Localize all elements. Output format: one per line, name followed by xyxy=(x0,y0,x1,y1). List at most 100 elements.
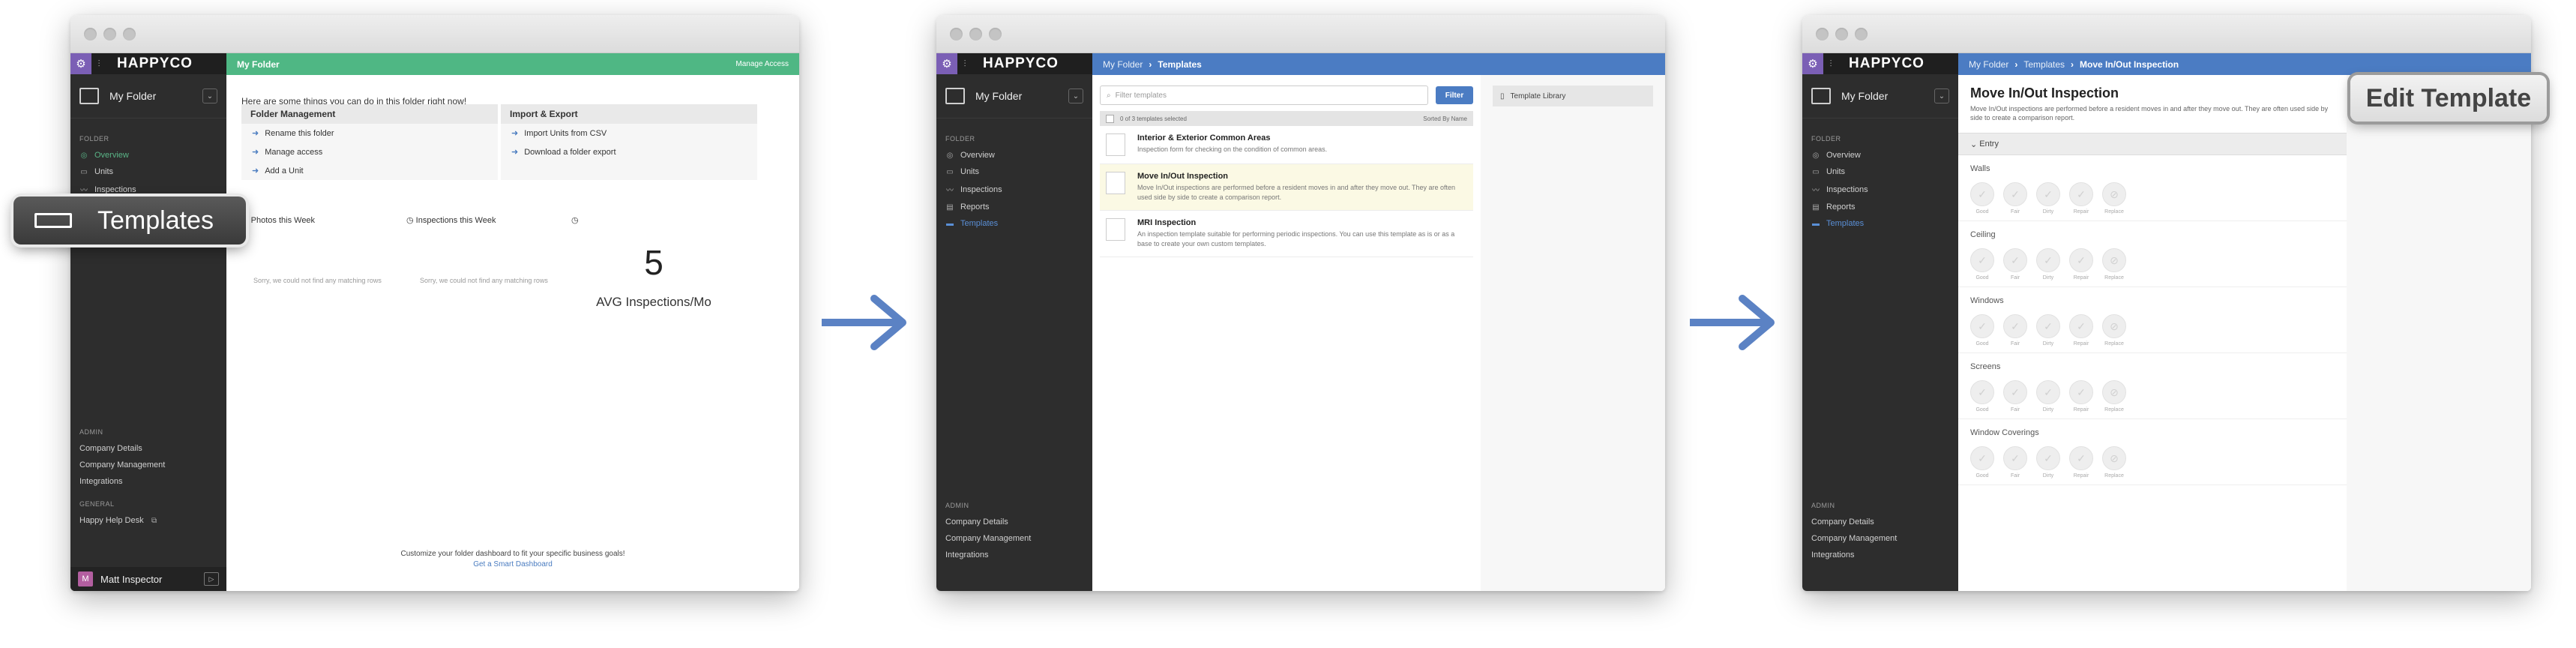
rating-option[interactable]: ⊘ Replace xyxy=(2102,182,2126,214)
smart-dashboard-link[interactable]: Get a Smart Dashboard xyxy=(226,560,799,568)
pin-icon[interactable]: ⫶ xyxy=(957,58,972,70)
window-close-dot[interactable] xyxy=(950,28,963,40)
app-logo-icon[interactable]: ⚙ xyxy=(1802,53,1823,74)
rating-option[interactable]: ✓ Repair xyxy=(2069,314,2093,346)
rating-option[interactable]: ✓ Dirty xyxy=(2036,182,2060,214)
sidebar-item-integrations[interactable]: Integrations xyxy=(70,473,226,490)
sidebar-item-integrations[interactable]: Integrations xyxy=(936,547,1092,563)
sidebar-item-company-details[interactable]: Company Details xyxy=(70,440,226,457)
entry-area-toggle[interactable]: ⌄ Entry xyxy=(1958,133,2347,155)
rating-option[interactable]: ✓ Fair xyxy=(2003,314,2027,346)
folder-switcher[interactable]: My Folder ⌄ xyxy=(70,74,226,118)
sidebar-item-units[interactable]: ▭ Units xyxy=(1802,164,1958,180)
sidebar-item-reports[interactable]: ▤ Reports xyxy=(936,199,1092,215)
folder-name: My Folder xyxy=(975,90,1023,102)
rating-option[interactable]: ✓ Dirty xyxy=(2036,446,2060,478)
window-maximize-dot[interactable] xyxy=(1855,28,1868,40)
rating-option[interactable]: ✓ Dirty xyxy=(2036,248,2060,280)
sidebar-item-company-management[interactable]: Company Management xyxy=(70,457,226,473)
logout-icon[interactable]: ▷ xyxy=(204,572,219,586)
chevron-down-icon[interactable]: ⌄ xyxy=(1068,88,1083,104)
folder-switcher[interactable]: My Folder ⌄ xyxy=(936,74,1092,118)
sidebar-item-overview[interactable]: ◎ Overview xyxy=(70,147,226,164)
app-logo-icon[interactable]: ⚙ xyxy=(70,53,91,74)
list-item[interactable]: Move In/Out Inspection Move In/Out inspe… xyxy=(1100,164,1473,211)
rating-option[interactable]: ✓ Repair xyxy=(2069,182,2093,214)
rating-option[interactable]: ✓ Good xyxy=(1970,380,1994,412)
sidebar-item-overview[interactable]: ◎ Overview xyxy=(936,147,1092,164)
chevron-down-icon[interactable]: ⌄ xyxy=(202,88,217,104)
rating-label: Dirty xyxy=(2042,473,2054,478)
sidebar-item-templates[interactable]: ▬ Templates xyxy=(1802,215,1958,232)
window-minimize-dot[interactable] xyxy=(103,28,116,40)
breadcrumb-root[interactable]: My Folder xyxy=(1103,59,1143,70)
panel-title: Import & Export xyxy=(501,104,757,124)
rename-folder-link[interactable]: ➜ Rename this folder xyxy=(241,124,498,142)
import-units-link[interactable]: ➜ Import Units from CSV xyxy=(501,124,757,142)
nav-section-folder: FOLDER xyxy=(1811,135,1841,142)
sidebar-item-integrations[interactable]: Integrations xyxy=(1802,547,1958,563)
template-editor: Move In/Out Inspection Move In/Out inspe… xyxy=(1958,75,2347,591)
list-item[interactable]: MRI Inspection An inspection template su… xyxy=(1100,211,1473,257)
window-close-dot[interactable] xyxy=(1816,28,1829,40)
breadcrumb-root[interactable]: My Folder xyxy=(1969,59,2008,70)
rating-option[interactable]: ✓ Good xyxy=(1970,446,1994,478)
template-search-input[interactable]: ⌕ Filter templates xyxy=(1100,86,1428,105)
sidebar-item-templates[interactable]: ▬ Templates xyxy=(936,215,1092,232)
rating-option[interactable]: ✓ Good xyxy=(1970,248,1994,280)
manage-access-button[interactable]: Manage Access xyxy=(735,60,789,68)
rating-option[interactable]: ✓ Fair xyxy=(2003,248,2027,280)
sidebar-item-label: Units xyxy=(94,167,114,176)
replace-icon: ⊘ xyxy=(2102,446,2126,470)
rating-option[interactable]: ✓ Repair xyxy=(2069,380,2093,412)
rating-option[interactable]: ✓ Repair xyxy=(2069,248,2093,280)
rating-option[interactable]: ⊘ Replace xyxy=(2102,380,2126,412)
sidebar-item-company-details[interactable]: Company Details xyxy=(1802,514,1958,530)
manage-access-link[interactable]: ➜ Manage access xyxy=(241,142,498,161)
chevron-down-icon[interactable]: ⌄ xyxy=(1934,88,1949,104)
rating-option[interactable]: ✓ Dirty xyxy=(2036,380,2060,412)
sort-toggle[interactable]: Sorted By Name xyxy=(1423,116,1467,122)
window-minimize-dot[interactable] xyxy=(969,28,982,40)
rating-option[interactable]: ⊘ Replace xyxy=(2102,446,2126,478)
arrow-right-icon: ➜ xyxy=(511,129,519,138)
window-minimize-dot[interactable] xyxy=(1835,28,1848,40)
rating-option[interactable]: ✓ Good xyxy=(1970,314,1994,346)
rating-option[interactable]: ✓ Repair xyxy=(2069,446,2093,478)
sidebar-item-inspections[interactable]: 〰 Inspections xyxy=(936,180,1092,199)
pin-icon[interactable]: ⫶ xyxy=(91,58,106,70)
breadcrumb-templates[interactable]: Templates xyxy=(2023,59,2065,70)
sidebar-item-company-details[interactable]: Company Details xyxy=(936,514,1092,530)
rating-option[interactable]: ✓ Fair xyxy=(2003,182,2027,214)
folder-switcher[interactable]: My Folder ⌄ xyxy=(1802,74,1958,118)
rating-option[interactable]: ⊘ Replace xyxy=(2102,248,2126,280)
sidebar-item-units[interactable]: ▭ Units xyxy=(936,164,1092,180)
sidebar-item-units[interactable]: ▭ Units xyxy=(70,164,226,180)
rating-option[interactable]: ✓ Fair xyxy=(2003,380,2027,412)
user-bar[interactable]: M Matt Inspector ▷ xyxy=(70,567,226,591)
sidebar-item-company-management[interactable]: Company Management xyxy=(936,530,1092,547)
rating-option[interactable]: ✓ Dirty xyxy=(2036,314,2060,346)
rating-label: Good xyxy=(1975,341,1989,346)
add-unit-link[interactable]: ➜ Add a Unit xyxy=(241,161,498,180)
rating-option[interactable]: ✓ Good xyxy=(1970,182,1994,214)
sidebar-item-reports[interactable]: ▤ Reports xyxy=(1802,199,1958,215)
filter-button[interactable]: Filter xyxy=(1436,86,1473,104)
window-maximize-dot[interactable] xyxy=(123,28,136,40)
rating-option[interactable]: ✓ Fair xyxy=(2003,446,2027,478)
app-logo-icon[interactable]: ⚙ xyxy=(936,53,957,74)
rating-option[interactable]: ⊘ Replace xyxy=(2102,314,2126,346)
sidebar-item-overview[interactable]: ◎ Overview xyxy=(1802,147,1958,164)
sidebar-item-company-management[interactable]: Company Management xyxy=(1802,530,1958,547)
rating-label: Dirty xyxy=(2042,209,2054,214)
list-item[interactable]: Interior & Exterior Common Areas Inspect… xyxy=(1100,126,1473,164)
window-close-dot[interactable] xyxy=(84,28,97,40)
download-export-link[interactable]: ➜ Download a folder export xyxy=(501,142,757,161)
empty-note: Sorry, we could not find any matching ro… xyxy=(420,277,548,284)
window-maximize-dot[interactable] xyxy=(989,28,1002,40)
sidebar-item-inspections[interactable]: 〰 Inspections xyxy=(1802,180,1958,199)
select-all-checkbox[interactable] xyxy=(1106,114,1114,123)
pin-icon[interactable]: ⫶ xyxy=(1823,58,1838,70)
sidebar-item-help-desk[interactable]: Happy Help Desk ⧉ xyxy=(70,512,226,529)
template-library-button[interactable]: ▯ Template Library xyxy=(1493,86,1653,106)
